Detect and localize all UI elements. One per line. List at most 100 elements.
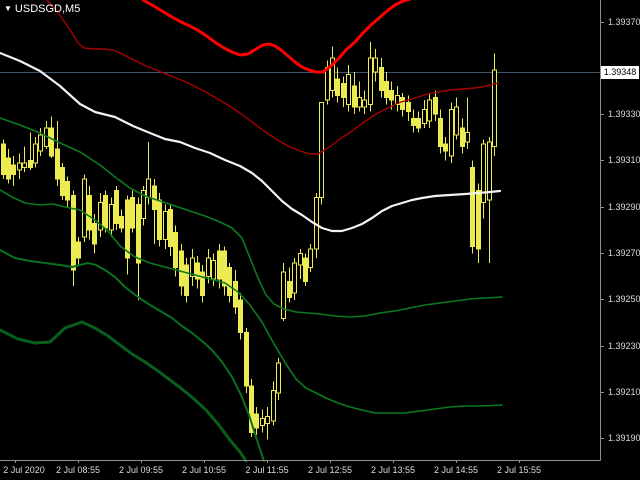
candle-body-bear [238, 299, 243, 334]
mt4-chart-window: ▼ USDSGD,M5 1.39348 1.39370 1.39330 1.39310… [0, 0, 640, 480]
candle-body-bull [346, 73, 351, 106]
time-axis-label: 2 Jul 10:55 [182, 465, 226, 475]
candle-body-bull [82, 178, 87, 238]
candle-body-bear [200, 271, 205, 296]
time-axis-label: 2 Jul 13:55 [371, 465, 415, 475]
candle-body-bull [33, 143, 38, 164]
candle-body-bull [362, 99, 367, 108]
candle-body-bear [433, 97, 438, 115]
candle-body-bear [400, 97, 405, 110]
candle-body-bear [157, 199, 162, 241]
candle-body-bear [384, 80, 389, 99]
candle-body-bear [152, 185, 157, 210]
time-axis-label: 2 Jul 14:55 [434, 465, 478, 475]
price-axis-label: 1.39270 [608, 248, 640, 258]
candle-body-bear [55, 148, 60, 180]
price-axis-label: 1.39310 [608, 155, 640, 165]
price-axis-label: 1.39190 [608, 433, 640, 443]
candle-body-bull [260, 418, 265, 427]
candle-body-bull [449, 108, 454, 157]
candle-body-bull [211, 259, 216, 280]
candle-body-bull [454, 106, 459, 136]
symbol-period-label: ▼ USDSGD,M5 [4, 3, 80, 15]
time-axis-label: 2 Jul 09:55 [119, 465, 163, 475]
candle-body-bear [119, 215, 124, 229]
candle-body-bear [1, 143, 6, 175]
candle-body-bear [217, 250, 222, 280]
candle-body-bear [470, 166, 475, 248]
candle-body-bull [109, 204, 114, 231]
candle-body-bear [379, 66, 384, 92]
candle-body-bull [373, 57, 378, 73]
price-axis-label: 1.39210 [608, 387, 640, 397]
chart-canvas[interactable]: 1.39370 1.39330 1.39310 1.39290 1.39270 1.392… [0, 0, 640, 480]
candle-body-bull [163, 211, 168, 241]
candle-body-bear [438, 118, 443, 148]
candle-body-bull [292, 262, 297, 294]
price-axis-label: 1.39230 [608, 341, 640, 351]
candle-body-bear [6, 157, 11, 180]
candle-body-bear [406, 101, 411, 113]
candle-body-bull [298, 252, 303, 266]
candle-body-bear [244, 332, 249, 387]
candle-body-bear [76, 241, 81, 259]
candle-body-bull [265, 415, 270, 424]
candle-body-bull [465, 132, 470, 143]
candle-body-bear [352, 85, 357, 108]
candle-body-bear [11, 164, 16, 175]
candle-body-bull [357, 97, 362, 108]
candle-body-bear [227, 266, 232, 296]
candle-body-bear [303, 257, 308, 282]
candle-body-bear [130, 197, 135, 229]
candle-body-bear [184, 264, 189, 296]
candle-body-bear [476, 190, 481, 250]
candle-body-bear [28, 159, 33, 168]
candle-body-bull [308, 248, 313, 268]
symbol-dropdown-icon[interactable]: ▼ [4, 4, 12, 13]
candle-body-bear [341, 83, 346, 99]
candle-body-bear [168, 208, 173, 248]
candle-body-bull [281, 271, 286, 320]
candle-body-bear [233, 280, 238, 308]
time-axis-label: 2 Jul 15:55 [497, 465, 541, 475]
time-axis-label: 2 Jul 12:55 [308, 465, 352, 475]
candle-body-bear [87, 194, 92, 231]
candle-body-bear [460, 127, 465, 148]
candle-body-bear [114, 190, 119, 224]
candle-body-bull [422, 108, 427, 124]
candle-body-bear [443, 143, 448, 152]
candle-body-bear [71, 194, 76, 271]
candle-body-bear [125, 199, 130, 259]
price-axis-label: 1.39330 [608, 109, 640, 119]
candle-body-bull [427, 99, 432, 122]
candle-body-bull [492, 69, 497, 148]
candle-body-bull [325, 66, 330, 101]
candle-body-bull [206, 257, 211, 278]
candle-body-bull [38, 134, 43, 152]
symbol-text: USDSGD,M5 [14, 3, 81, 15]
price-axis-label: 1.39370 [608, 17, 640, 27]
time-axis-label: 2 Jul 08:55 [56, 465, 100, 475]
candle-body-bear [254, 413, 259, 429]
time-axis-label: 2 Jul 11:55 [245, 465, 288, 475]
candle-body-bull [17, 162, 22, 171]
candle-body-bear [389, 90, 394, 101]
price-axis-label: 1.39250 [608, 294, 640, 304]
price-axis-label: 1.39290 [608, 202, 640, 212]
candle-body-bear [179, 250, 184, 287]
candle-body-bear [60, 166, 65, 196]
candle-body-bull [368, 57, 373, 106]
candle-body-bull [276, 362, 281, 394]
candle-body-bear [49, 127, 54, 157]
candle-body-bear [65, 180, 70, 201]
candle-body-bear [287, 280, 292, 299]
time-axis-label: 2 Jul 2020 [3, 465, 45, 475]
candle-body-bear [103, 194, 108, 229]
candle-body-bear [411, 118, 416, 127]
candle-body-bull [271, 390, 276, 422]
candle-body-bear [173, 232, 178, 268]
candle-body-bear [222, 250, 227, 287]
candle-body-bull [146, 178, 151, 199]
candle-body-bear [416, 118, 421, 129]
candle-body-bull [319, 101, 324, 199]
